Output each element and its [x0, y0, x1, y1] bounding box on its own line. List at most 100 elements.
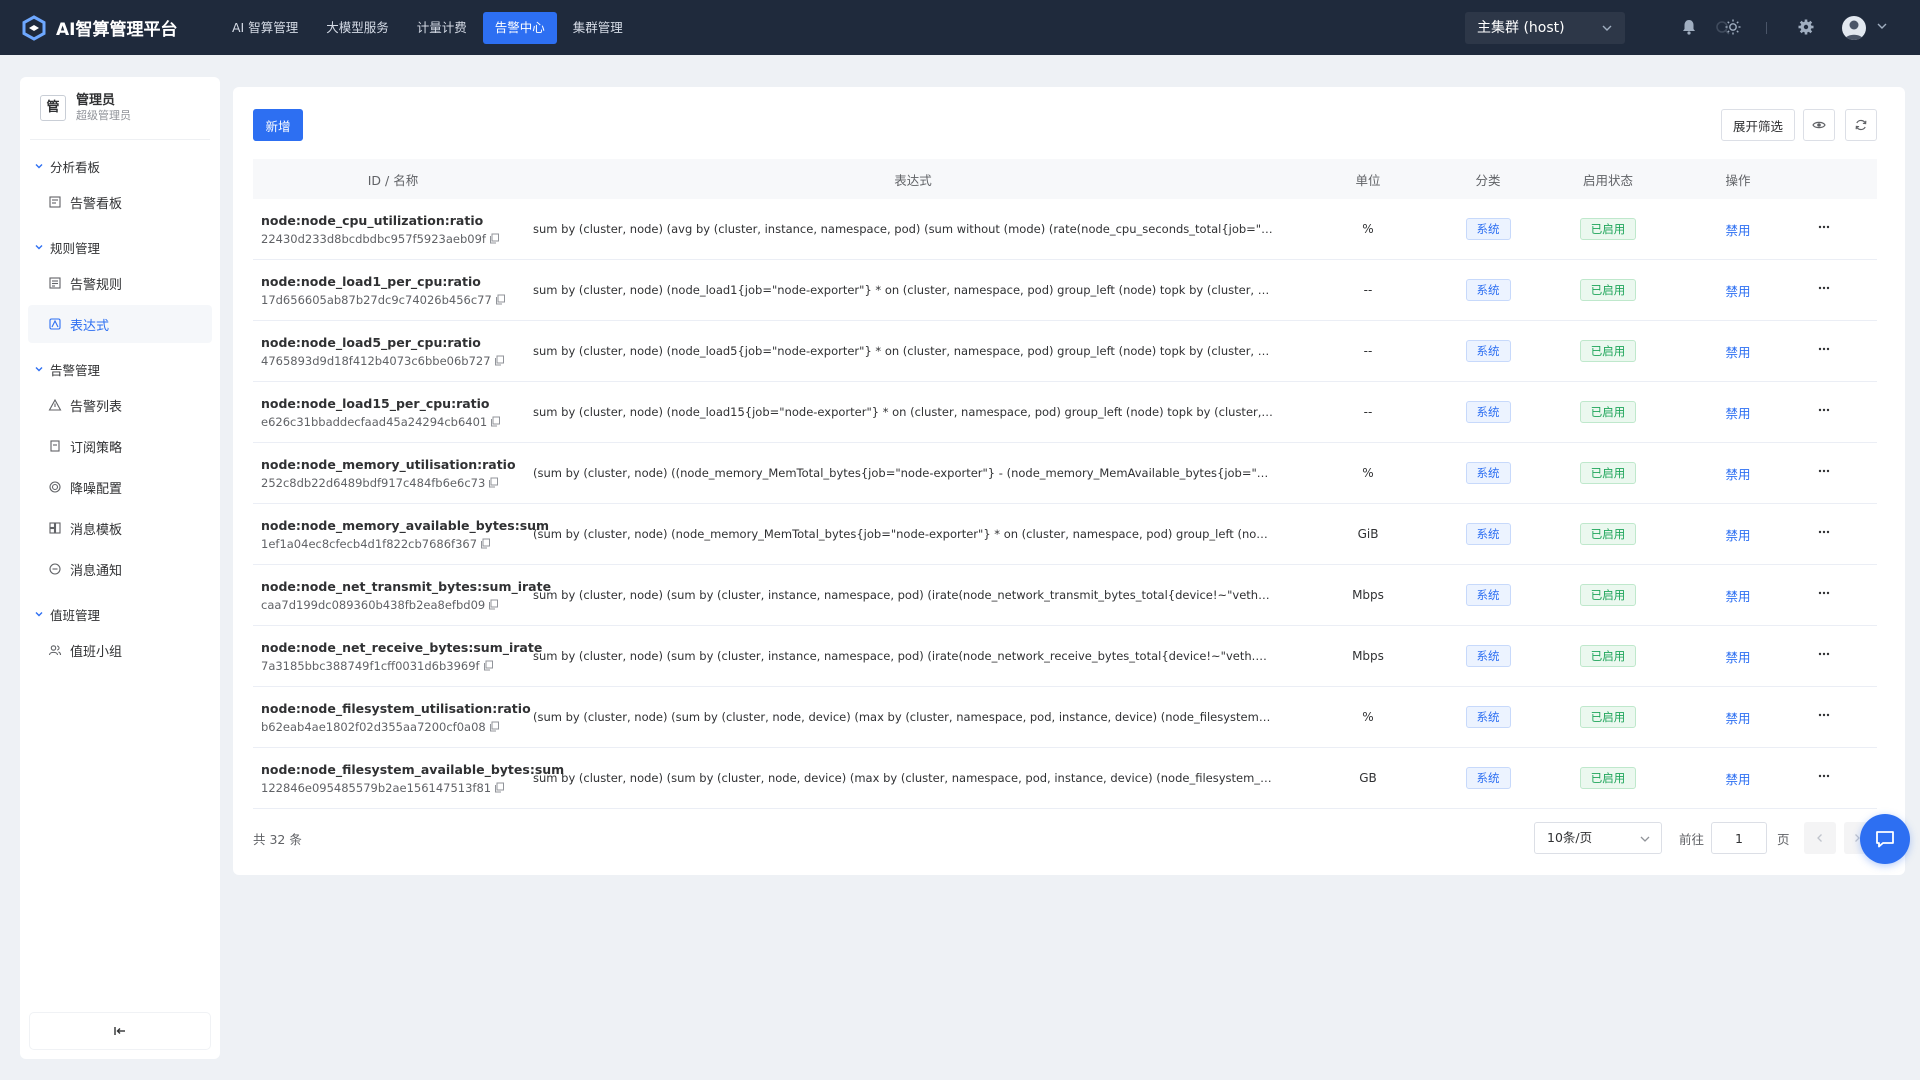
expression-text: (sum by (cluster, node) (sum by (cluster… [533, 710, 1273, 724]
more-icon[interactable] [1817, 281, 1831, 295]
disable-link[interactable]: 禁用 [1725, 284, 1750, 299]
chevron-down-icon[interactable] [1876, 20, 1888, 32]
more-icon[interactable] [1817, 708, 1831, 722]
more-icon[interactable] [1817, 403, 1831, 417]
refresh-button[interactable] [1845, 109, 1877, 141]
sidebar-item-1-0[interactable]: 告警规则 [28, 264, 212, 302]
sidebar-group-1[interactable]: 规则管理 [20, 233, 220, 261]
cell-unit: GB [1293, 771, 1443, 786]
disable-link[interactable]: 禁用 [1725, 467, 1750, 482]
more-icon[interactable] [1817, 464, 1831, 478]
row-name[interactable]: node:node_memory_available_bytes:sum [261, 518, 549, 533]
disable-link[interactable]: 禁用 [1725, 589, 1750, 604]
collapse-sidebar-button[interactable] [30, 1013, 210, 1049]
sidebar-item-2-3[interactable]: 消息模板 [28, 509, 212, 547]
row-name[interactable]: node:node_filesystem_utilisation:ratio [261, 701, 533, 716]
cell-id: node:node_load5_per_cpu:ratio 4765893d9d1… [253, 335, 533, 368]
expand-filter-button[interactable]: 展开筛选 [1721, 109, 1795, 141]
sidebar-item-2-1[interactable]: 订阅策略 [28, 427, 212, 465]
top-nav: AI 智算管理 大模型服务 计量计费 告警中心 集群管理 [220, 11, 639, 44]
table-row: node:node_load1_per_cpu:ratio 17d656605ab… [253, 260, 1877, 321]
disable-link[interactable]: 禁用 [1725, 223, 1750, 238]
chat-icon [1876, 831, 1894, 848]
cluster-select[interactable]: 主集群 (host) [1465, 12, 1625, 44]
category-tag: 系统 [1465, 645, 1511, 667]
chat-button[interactable] [1860, 814, 1910, 864]
cell-category: 系统 [1443, 706, 1533, 728]
disable-link[interactable]: 禁用 [1725, 345, 1750, 360]
unit-text: -- [1363, 282, 1373, 297]
row-uid-text: 7a3185bbc388749f1cff0031d6b3969f [261, 658, 480, 673]
cell-operation: 禁用 [1683, 281, 1793, 300]
copy-icon[interactable] [494, 782, 505, 793]
gear-icon[interactable] [1797, 18, 1815, 36]
prev-page-button[interactable] [1804, 822, 1836, 854]
sidebar-item-3-0[interactable]: 值班小组 [28, 631, 212, 669]
column-visibility-button[interactable] [1803, 109, 1835, 141]
sidebar-item-2-0[interactable]: 告警列表 [28, 386, 212, 424]
copy-icon[interactable] [494, 355, 505, 366]
copy-icon[interactable] [490, 416, 501, 427]
cell-operation: 禁用 [1683, 464, 1793, 483]
cell-status: 已启用 [1533, 340, 1683, 362]
more-icon[interactable] [1817, 342, 1831, 356]
more-icon[interactable] [1817, 220, 1831, 234]
sidebar-group-2[interactable]: 告警管理 [20, 355, 220, 383]
disable-link[interactable]: 禁用 [1725, 650, 1750, 665]
copy-icon[interactable] [483, 660, 494, 671]
copy-icon[interactable] [489, 721, 500, 732]
expression-text: sum by (cluster, node) (sum by (cluster,… [533, 771, 1273, 785]
disable-link[interactable]: 禁用 [1725, 711, 1750, 726]
more-icon[interactable] [1817, 586, 1831, 600]
row-name[interactable]: node:node_memory_utilisation:ratio [261, 457, 533, 472]
bell-icon[interactable] [1680, 18, 1698, 36]
disable-link[interactable]: 禁用 [1725, 772, 1750, 787]
add-button[interactable]: 新增 [253, 109, 303, 141]
topnav-item-3[interactable]: 告警中心 [482, 11, 557, 44]
topnav-item-0[interactable]: AI 智算管理 [220, 12, 310, 44]
sidebar-item-2-2[interactable]: 降噪配置 [28, 468, 212, 506]
category-tag: 系统 [1465, 706, 1511, 728]
brand[interactable]: AI智算管理平台 [20, 14, 208, 42]
cell-status: 已启用 [1533, 706, 1683, 728]
row-name[interactable]: node:node_net_transmit_bytes:sum_irate [261, 579, 551, 594]
row-name[interactable]: node:node_filesystem_available_bytes:sum [261, 762, 564, 777]
sidebar-item-1-1[interactable]: 表达式 [28, 305, 212, 343]
row-name[interactable]: node:node_load15_per_cpu:ratio [261, 396, 533, 411]
status-badge: 已启用 [1579, 523, 1637, 545]
more-icon[interactable] [1817, 525, 1831, 539]
page-size-select[interactable]: 10条/页 [1534, 822, 1662, 854]
more-icon[interactable] [1817, 647, 1831, 661]
disable-link[interactable]: 禁用 [1725, 528, 1750, 543]
sun-icon[interactable] [1724, 18, 1742, 36]
row-name[interactable]: node:node_net_receive_bytes:sum_irate [261, 640, 542, 655]
topnav-item-2[interactable]: 计量计费 [405, 12, 479, 44]
cell-more [1793, 769, 1877, 787]
sidebar-item-2-4[interactable]: 消息通知 [28, 550, 212, 588]
goto-page-input[interactable] [1711, 822, 1767, 854]
row-name[interactable]: node:node_cpu_utilization:ratio [261, 213, 533, 228]
sidebar-item-label: 订阅策略 [70, 440, 123, 456]
more-icon[interactable] [1817, 769, 1831, 783]
copy-icon[interactable] [495, 294, 506, 305]
unit-text: % [1362, 221, 1374, 236]
cell-operation: 禁用 [1683, 525, 1793, 544]
copy-icon[interactable] [489, 233, 500, 244]
row-name[interactable]: node:node_load1_per_cpu:ratio [261, 274, 533, 289]
copy-icon[interactable] [488, 599, 499, 610]
row-name[interactable]: node:node_load5_per_cpu:ratio [261, 335, 533, 350]
sidebar-group-3[interactable]: 值班管理 [20, 600, 220, 628]
avatar[interactable] [1842, 16, 1866, 40]
copy-icon[interactable] [488, 477, 499, 488]
topnav-item-1[interactable]: 大模型服务 [314, 12, 401, 44]
topnav-item-4[interactable]: 集群管理 [561, 12, 635, 44]
copy-icon[interactable] [480, 538, 491, 549]
sidebar-item-0-0[interactable]: 告警看板 [28, 183, 212, 221]
cell-status: 已启用 [1533, 523, 1683, 545]
disable-link[interactable]: 禁用 [1725, 406, 1750, 421]
status-badge: 已启用 [1579, 584, 1637, 606]
sidebar-group-0[interactable]: 分析看板 [20, 152, 220, 180]
row-uid-text: 1ef1a04ec8cfecb4d1f822cb7686f367 [261, 536, 478, 551]
expression-icon [49, 318, 61, 330]
status-badge: 已启用 [1579, 401, 1637, 423]
